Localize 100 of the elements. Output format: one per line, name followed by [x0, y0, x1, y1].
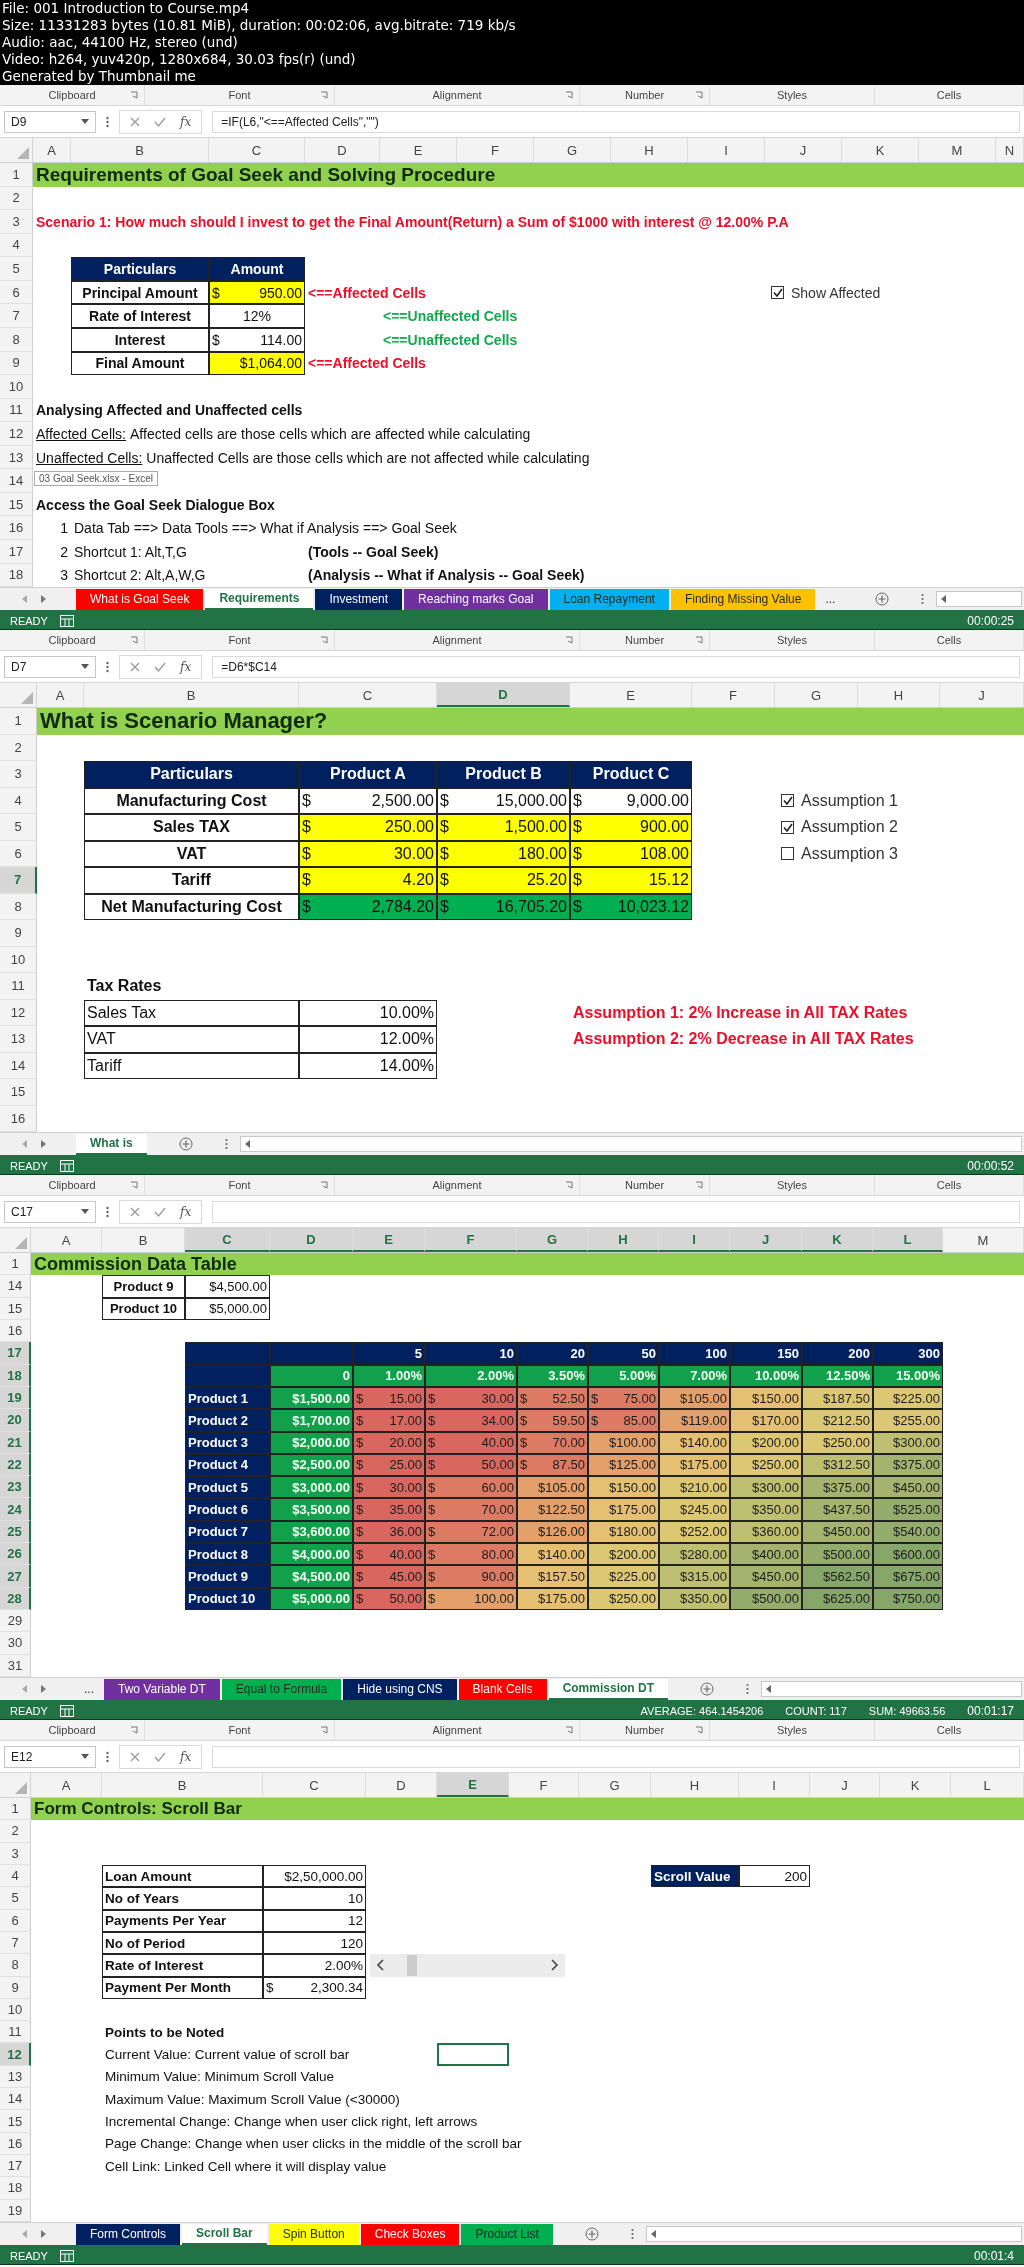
row-header[interactable]: 14 — [0, 469, 33, 493]
column-header[interactable]: D — [437, 683, 570, 707]
select-all-icon[interactable] — [15, 1782, 27, 1794]
scroll-bar[interactable] — [370, 1954, 565, 1977]
dialog-launcher-icon[interactable] — [695, 1726, 703, 1734]
name-box[interactable]: D9 — [4, 110, 96, 133]
row-header[interactable]: 15 — [0, 2110, 31, 2133]
cancel-icon[interactable] — [130, 1206, 140, 1217]
dialog-launcher-icon[interactable] — [130, 1726, 138, 1734]
function-button[interactable]: fx — [180, 659, 192, 674]
next-sheet-icon[interactable] — [40, 595, 46, 603]
dropdown-caret-icon[interactable] — [81, 664, 89, 669]
row-header[interactable]: 1 — [0, 1798, 31, 1821]
row-header[interactable]: 12 — [0, 422, 33, 446]
column-header[interactable]: L — [873, 1228, 943, 1252]
row-header[interactable]: 22 — [0, 1453, 31, 1477]
horizontal-scroll-bar[interactable] — [239, 1136, 1022, 1152]
column-header[interactable]: M — [943, 1228, 1024, 1252]
previous-sheet-icon[interactable] — [22, 1140, 28, 1148]
row-header[interactable]: 28 — [0, 1587, 31, 1610]
row-header[interactable]: 6 — [0, 1909, 31, 1932]
sheet-tab[interactable]: Form Controls — [76, 2223, 180, 2245]
more-dots-icon[interactable] — [106, 1750, 109, 1763]
add-sheet-icon[interactable] — [178, 1137, 193, 1151]
formula-field[interactable] — [212, 1745, 1020, 1768]
row-header[interactable]: 8 — [0, 893, 37, 920]
formula-field[interactable]: =D6*$C14 — [212, 655, 1020, 678]
more-dots-icon[interactable] — [745, 1683, 749, 1695]
row-header[interactable]: 8 — [0, 1954, 31, 1977]
row-header[interactable]: 14 — [0, 1052, 37, 1079]
column-header[interactable]: D — [305, 138, 380, 162]
row-header[interactable]: 2 — [0, 186, 33, 211]
row-header[interactable]: 13 — [0, 1026, 37, 1053]
row-header[interactable]: 6 — [0, 280, 33, 305]
more-dots-icon[interactable] — [106, 115, 109, 128]
dialog-launcher-icon[interactable] — [320, 1181, 328, 1189]
column-header[interactable]: I — [659, 1228, 730, 1252]
sheet-tab[interactable]: Equal to Formula — [221, 1678, 342, 1700]
row-header[interactable]: 5 — [0, 1887, 31, 1910]
check-icon[interactable] — [154, 1751, 166, 1762]
row-header[interactable]: 23 — [0, 1476, 31, 1499]
add-sheet-icon[interactable] — [584, 2227, 599, 2241]
previous-sheet-icon[interactable] — [22, 1685, 28, 1693]
row-header[interactable]: 13 — [0, 445, 33, 470]
row-header[interactable]: 20 — [0, 1409, 31, 1432]
checkbox[interactable] — [781, 847, 794, 861]
dialog-launcher-icon[interactable] — [565, 1181, 573, 1189]
checkbox-label[interactable]: Assumption 3 — [801, 844, 898, 863]
column-header[interactable]: J — [765, 138, 842, 162]
column-header[interactable]: H — [588, 1228, 659, 1252]
row-header[interactable]: 14 — [0, 1275, 31, 1298]
scroll-left-icon[interactable] — [765, 1685, 772, 1693]
column-header[interactable]: J — [810, 1773, 880, 1797]
column-header[interactable]: I — [688, 138, 765, 162]
sheet-tab[interactable]: Blank Cells — [458, 1678, 547, 1700]
name-box[interactable]: C17 — [4, 1200, 96, 1223]
column-header[interactable]: M — [919, 138, 996, 162]
row-header[interactable]: 27 — [0, 1565, 31, 1588]
horizontal-scroll-bar[interactable] — [645, 2226, 1022, 2242]
row-header[interactable]: 5 — [0, 257, 33, 281]
dialog-launcher-icon[interactable] — [130, 1181, 138, 1189]
row-header[interactable]: 24 — [0, 1498, 31, 1521]
column-header[interactable]: A — [33, 138, 71, 162]
sheet-tab[interactable]: Spin Button — [268, 2223, 359, 2245]
column-header[interactable]: G — [517, 1228, 588, 1252]
column-header[interactable]: A — [37, 683, 84, 707]
dialog-launcher-icon[interactable] — [565, 636, 573, 644]
next-sheet-icon[interactable] — [40, 2230, 46, 2238]
horizontal-scroll-bar[interactable] — [936, 591, 1022, 607]
row-header[interactable]: 4 — [0, 1864, 31, 1888]
dropdown-caret-icon[interactable] — [81, 1209, 89, 1214]
row-header[interactable]: 4 — [0, 233, 33, 258]
macro-record-icon[interactable] — [59, 1705, 74, 1717]
row-header[interactable]: 15 — [0, 492, 33, 517]
row-header[interactable]: 17 — [0, 1342, 31, 1365]
column-header[interactable]: B — [71, 138, 209, 162]
row-header[interactable]: 19 — [0, 2199, 31, 2222]
checkbox-label[interactable]: Assumption 2 — [801, 818, 898, 837]
macro-record-icon[interactable] — [59, 615, 74, 627]
previous-sheet-icon[interactable] — [22, 595, 28, 603]
row-header[interactable]: 1 — [0, 708, 37, 735]
sheet-tab[interactable]: What is Goal Seek — [76, 588, 204, 610]
add-sheet-icon[interactable] — [699, 1682, 714, 1696]
column-header[interactable]: D — [270, 1228, 353, 1252]
check-icon[interactable] — [154, 661, 166, 672]
next-sheet-icon[interactable] — [40, 1685, 46, 1693]
row-header[interactable]: 26 — [0, 1543, 31, 1566]
sheet-tab[interactable]: Commission DT — [548, 1678, 668, 1700]
row-header[interactable]: 13 — [0, 2065, 31, 2089]
name-box[interactable]: D7 — [4, 655, 96, 678]
column-header[interactable]: I — [739, 1773, 810, 1797]
column-header[interactable]: E — [570, 683, 692, 707]
dialog-launcher-icon[interactable] — [320, 636, 328, 644]
sheet-tab[interactable]: Requirements — [205, 588, 314, 610]
dialog-launcher-icon[interactable] — [130, 636, 138, 644]
row-header[interactable]: 9 — [0, 351, 33, 376]
row-header[interactable]: 4 — [0, 787, 37, 814]
row-header[interactable]: 18 — [0, 1364, 31, 1387]
column-header[interactable]: A — [31, 1773, 102, 1797]
column-header[interactable]: B — [102, 1773, 263, 1797]
